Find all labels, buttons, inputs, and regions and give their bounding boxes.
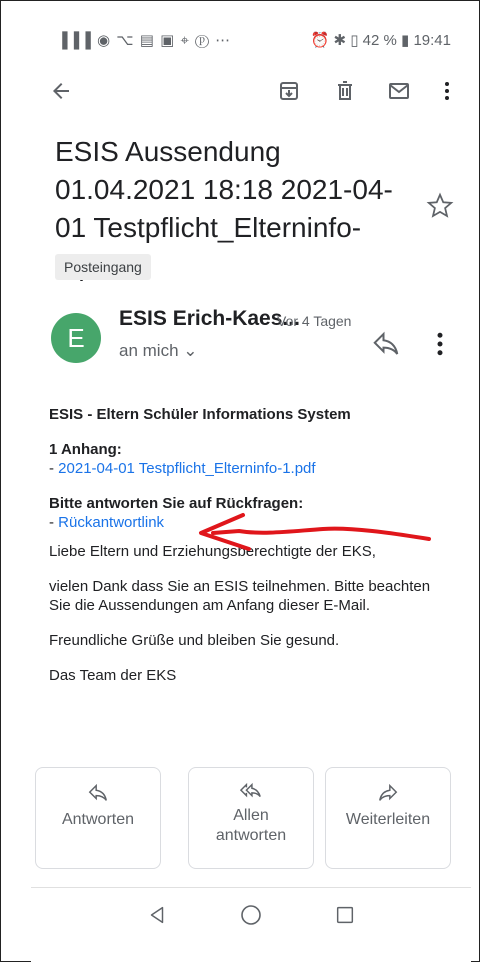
status-icons-left: ▐▐▐ ◉ ⌥ ▤ ▣ ⌖ ⓟ ⋯ [57, 32, 232, 49]
reply-icon [88, 783, 107, 801]
more-vert-icon[interactable] [427, 71, 467, 111]
forward-icon [379, 783, 398, 801]
attachment-prefix: - [49, 460, 59, 477]
archive-icon[interactable] [269, 71, 309, 111]
message-more-icon[interactable] [425, 327, 455, 361]
forward-button[interactable]: Weiterleiten [325, 767, 451, 869]
status-icons-right: ⏰ ✱ ▯ 42 % ▮ 19:41 [310, 32, 451, 49]
star-icon[interactable] [425, 191, 455, 221]
email-toolbar [31, 71, 471, 111]
reply-actions: Antworten Allen antworten Weiterleiten [31, 767, 471, 875]
mail-icon[interactable] [379, 71, 419, 111]
reply-label: Antworten [61, 811, 135, 828]
nav-recents-icon[interactable] [325, 895, 365, 935]
navbar-divider [31, 887, 471, 888]
signature-text: Das Team der EKS [49, 667, 177, 684]
sender-name[interactable]: ESIS Erich-Kaes... [119, 307, 300, 331]
reply-icon[interactable] [371, 329, 401, 359]
closing-text: Freundliche Grüße und bleiben Sie gesund… [49, 632, 340, 649]
status-bar: ▐▐▐ ◉ ⌥ ▤ ▣ ⌖ ⓟ ⋯ ⏰ ✱ ▯ 42 % ▮ 19:41 [31, 1, 471, 53]
email-body: ESIS - Eltern Schüler Informations Syste… [49, 405, 449, 701]
attachment-heading: 1 Anhang: [49, 441, 122, 458]
sender-row: E ESIS Erich-Kaes... Vor 4 Tagen an mich… [31, 307, 471, 377]
body-paragraph: vielen Dank dass Sie an ESIS teilnehmen.… [49, 578, 431, 614]
reply-all-icon [240, 782, 261, 798]
nav-back-icon[interactable] [137, 895, 177, 935]
body-heading: ESIS - Eltern Schüler Informations Syste… [49, 406, 351, 423]
reply-all-button[interactable]: Allen antworten [188, 767, 314, 869]
reply-all-label-line1: Allen [233, 807, 269, 824]
forward-label: Weiterleiten [345, 811, 431, 828]
sender-avatar[interactable]: E [51, 313, 101, 363]
back-arrow-icon[interactable] [41, 71, 81, 111]
reply-all-label-line2: antworten [215, 827, 287, 844]
recipient-details-toggle[interactable]: an mich ⌄ [119, 341, 198, 361]
reply-prefix: - [49, 514, 59, 531]
reply-button[interactable]: Antworten [35, 767, 161, 869]
greeting-text: Liebe Eltern und Erziehungsberechtigte d… [49, 543, 376, 560]
inbox-label-chip[interactable]: Posteingang [55, 254, 151, 280]
reply-link[interactable]: Rückantwortlink [58, 514, 164, 531]
attachment-link[interactable]: 2021-04-01 Testpflicht_Elterninfo-1.pdf [58, 460, 315, 477]
sent-time: Vor 4 Tagen [277, 313, 352, 329]
trash-icon[interactable] [325, 71, 365, 111]
system-nav-bar [31, 891, 471, 939]
nav-home-icon[interactable] [231, 895, 271, 935]
screenshot-frame: ▐▐▐ ◉ ⌥ ▤ ▣ ⌖ ⓟ ⋯ ⏰ ✱ ▯ 42 % ▮ 19:41 ESI… [0, 0, 480, 963]
reply-heading: Bitte antworten Sie auf Rückfragen: [49, 495, 304, 512]
phone-screen: ▐▐▐ ◉ ⌥ ▤ ▣ ⌖ ⓟ ⋯ ⏰ ✱ ▯ 42 % ▮ 19:41 ESI… [31, 1, 471, 963]
